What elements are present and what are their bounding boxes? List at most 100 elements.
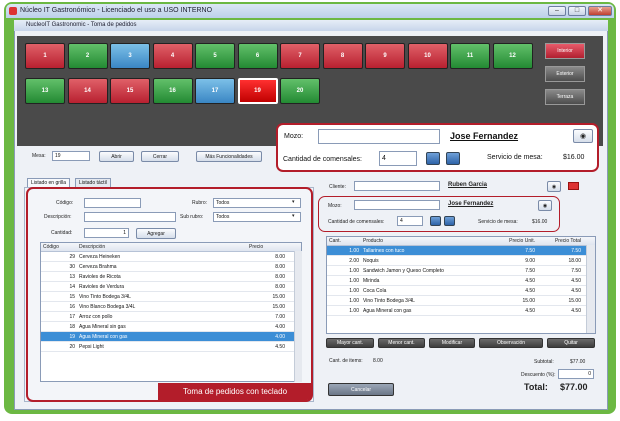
cliente-input[interactable] bbox=[354, 181, 440, 191]
cell: 1.00 bbox=[349, 287, 359, 294]
zone-button[interactable]: Terraza bbox=[545, 89, 585, 105]
cell: Tallarines con tuco bbox=[363, 247, 405, 254]
table-button[interactable]: 15 bbox=[110, 78, 150, 104]
servicio-label: Servicio de mesa: bbox=[478, 219, 518, 225]
table-button[interactable]: 2 bbox=[67, 43, 108, 69]
table-button[interactable]: 11 bbox=[450, 43, 490, 69]
table-row[interactable]: 1.00 Vino Tinto Bodega 3/4L 15.00 15.00 bbox=[327, 296, 595, 306]
action-button[interactable]: Observación bbox=[479, 338, 543, 348]
cell: 7.50 bbox=[571, 247, 581, 254]
items-value: 8.00 bbox=[373, 358, 383, 364]
cell: 1.00 bbox=[349, 277, 359, 284]
cell: 4.50 bbox=[571, 277, 581, 284]
mozo-eye-icon[interactable]: ◉ bbox=[538, 200, 552, 211]
zoom-comensales-input[interactable]: 4 bbox=[379, 151, 417, 166]
table-button[interactable]: 4 bbox=[152, 43, 193, 69]
action-button[interactable]: Quitar bbox=[547, 338, 595, 348]
order-rows: 1.00 Tallarines con tuco 7.50 7.50 2.00 Ñoqui… bbox=[327, 246, 595, 316]
zoom-down-button[interactable] bbox=[446, 152, 460, 165]
table-button[interactable]: 10 bbox=[407, 43, 448, 69]
cell: Vino Tinto Bodega 3/4L bbox=[363, 297, 415, 304]
cliente-card-icon[interactable] bbox=[568, 182, 579, 190]
action-button[interactable]: Menor cant. bbox=[378, 338, 425, 348]
servicio-value: $16.00 bbox=[532, 219, 548, 225]
table-row[interactable]: 1.00 Agua Mineral con gas 4.50 4.50 bbox=[327, 306, 595, 316]
col-cant: Cant. bbox=[329, 238, 341, 244]
comensales-label: Cantidad de comensales: bbox=[328, 219, 385, 225]
descuento-label: Descuento (%): bbox=[521, 372, 556, 378]
cell: 7.50 bbox=[525, 267, 535, 274]
cell: Agua Mineral con gas bbox=[363, 307, 412, 314]
zoom-mozo-label: Mozo: bbox=[284, 133, 304, 140]
cerrar-button[interactable]: Cerrar bbox=[141, 151, 179, 162]
cell: Sandwich Jamon y Queso Completo bbox=[363, 267, 444, 274]
abrir-button[interactable]: Abrir bbox=[99, 151, 134, 162]
mesa-label: Mesa: bbox=[32, 153, 46, 159]
comensales-input[interactable]: 4 bbox=[397, 216, 423, 226]
table-button[interactable]: 3 bbox=[110, 43, 150, 69]
table-button[interactable]: 9 bbox=[365, 43, 405, 69]
zoom-up-button[interactable] bbox=[426, 152, 440, 165]
table-row[interactable]: 1.00 Tallarines con tuco 7.50 7.50 bbox=[327, 246, 595, 256]
mesa-input[interactable]: 19 bbox=[52, 151, 90, 161]
table-button[interactable]: 13 bbox=[25, 78, 65, 104]
cell: 4.50 bbox=[525, 287, 535, 294]
cell: 4.50 bbox=[571, 307, 581, 314]
cell: 2.00 bbox=[349, 257, 359, 264]
items-label: Cant. de items: bbox=[329, 358, 363, 364]
table-button[interactable]: 5 bbox=[195, 43, 235, 69]
table-row[interactable]: 1.00 Mirinda 4.50 4.50 bbox=[327, 276, 595, 286]
zoom-servicio-value: $16.00 bbox=[563, 154, 585, 161]
tab-listado-grilla[interactable]: Listado en grilla bbox=[27, 178, 71, 187]
table-row[interactable]: 1.00 Coca Cola 4.50 4.50 bbox=[327, 286, 595, 296]
cliente-eye-icon[interactable]: ◉ bbox=[547, 181, 561, 192]
table-button[interactable]: 17 bbox=[195, 78, 235, 104]
mozo-name[interactable]: Jose Fernandez bbox=[448, 201, 493, 207]
comensales-down-button[interactable] bbox=[444, 216, 455, 226]
cliente-name[interactable]: Ruben Garcia bbox=[448, 182, 487, 188]
minimize-button[interactable]: – bbox=[548, 6, 566, 16]
table-button[interactable]: 20 bbox=[280, 78, 320, 104]
order-scrollbar[interactable] bbox=[586, 245, 595, 333]
table-button[interactable]: 8 bbox=[322, 43, 363, 69]
action-button[interactable]: Modificar bbox=[429, 338, 475, 348]
table-button[interactable]: 19 bbox=[237, 78, 278, 104]
table-button[interactable]: 1 bbox=[25, 43, 65, 69]
table-button[interactable]: 16 bbox=[152, 78, 193, 104]
cell: 1.00 bbox=[349, 307, 359, 314]
cell: 7.50 bbox=[525, 247, 535, 254]
caption-label: Toma de pedidos con teclado bbox=[158, 383, 312, 400]
table-button[interactable]: 14 bbox=[67, 78, 108, 104]
cancelar-button[interactable]: Cancelar bbox=[328, 383, 394, 396]
zoom-eye-icon[interactable]: ◉ bbox=[573, 129, 593, 143]
table-button[interactable]: 6 bbox=[237, 43, 278, 69]
zoom-comensales-label: Cantidad de comensales: bbox=[283, 156, 362, 163]
close-button[interactable]: ✕ bbox=[588, 6, 612, 16]
order-header: Cant. Producto Precio Unit. Precio Total bbox=[327, 237, 595, 246]
cell: 18.00 bbox=[568, 257, 581, 264]
cell: 15.00 bbox=[568, 297, 581, 304]
table-row[interactable]: 1.00 Sandwich Jamon y Queso Completo 7.50 7… bbox=[327, 266, 595, 276]
col-precio-total: Precio Total bbox=[554, 238, 581, 244]
window-title: Núcleo IT Gastronómico - Licenciado el u… bbox=[20, 7, 213, 14]
table-row[interactable]: 2.00 Ñoquis 9.00 18.00 bbox=[327, 256, 595, 266]
action-button[interactable]: Mayor cant. bbox=[326, 338, 374, 348]
cell: Ñoquis bbox=[363, 257, 379, 264]
table-button[interactable]: 7 bbox=[280, 43, 320, 69]
cell: Mirinda bbox=[363, 277, 380, 284]
cell: 9.00 bbox=[525, 257, 535, 264]
cell: 1.00 bbox=[349, 267, 359, 274]
mas-funcionalidades-button[interactable]: Más Funcionalidades bbox=[196, 151, 262, 162]
mozo-input[interactable] bbox=[354, 200, 440, 210]
cell: 1.00 bbox=[349, 297, 359, 304]
maximize-button[interactable]: □ bbox=[568, 6, 586, 16]
table-button[interactable]: 12 bbox=[492, 43, 533, 69]
zoom-mozo-name[interactable]: Jose Fernandez bbox=[450, 131, 518, 141]
zone-button[interactable]: Interior bbox=[545, 43, 585, 59]
zoom-mozo-input[interactable] bbox=[318, 129, 440, 144]
tab-listado-tactil[interactable]: Listado táctil bbox=[75, 178, 111, 187]
cell: 4.50 bbox=[525, 277, 535, 284]
comensales-up-button[interactable] bbox=[430, 216, 441, 226]
zone-button[interactable]: Exterior bbox=[545, 66, 585, 82]
descuento-input[interactable]: 0 bbox=[558, 369, 594, 379]
